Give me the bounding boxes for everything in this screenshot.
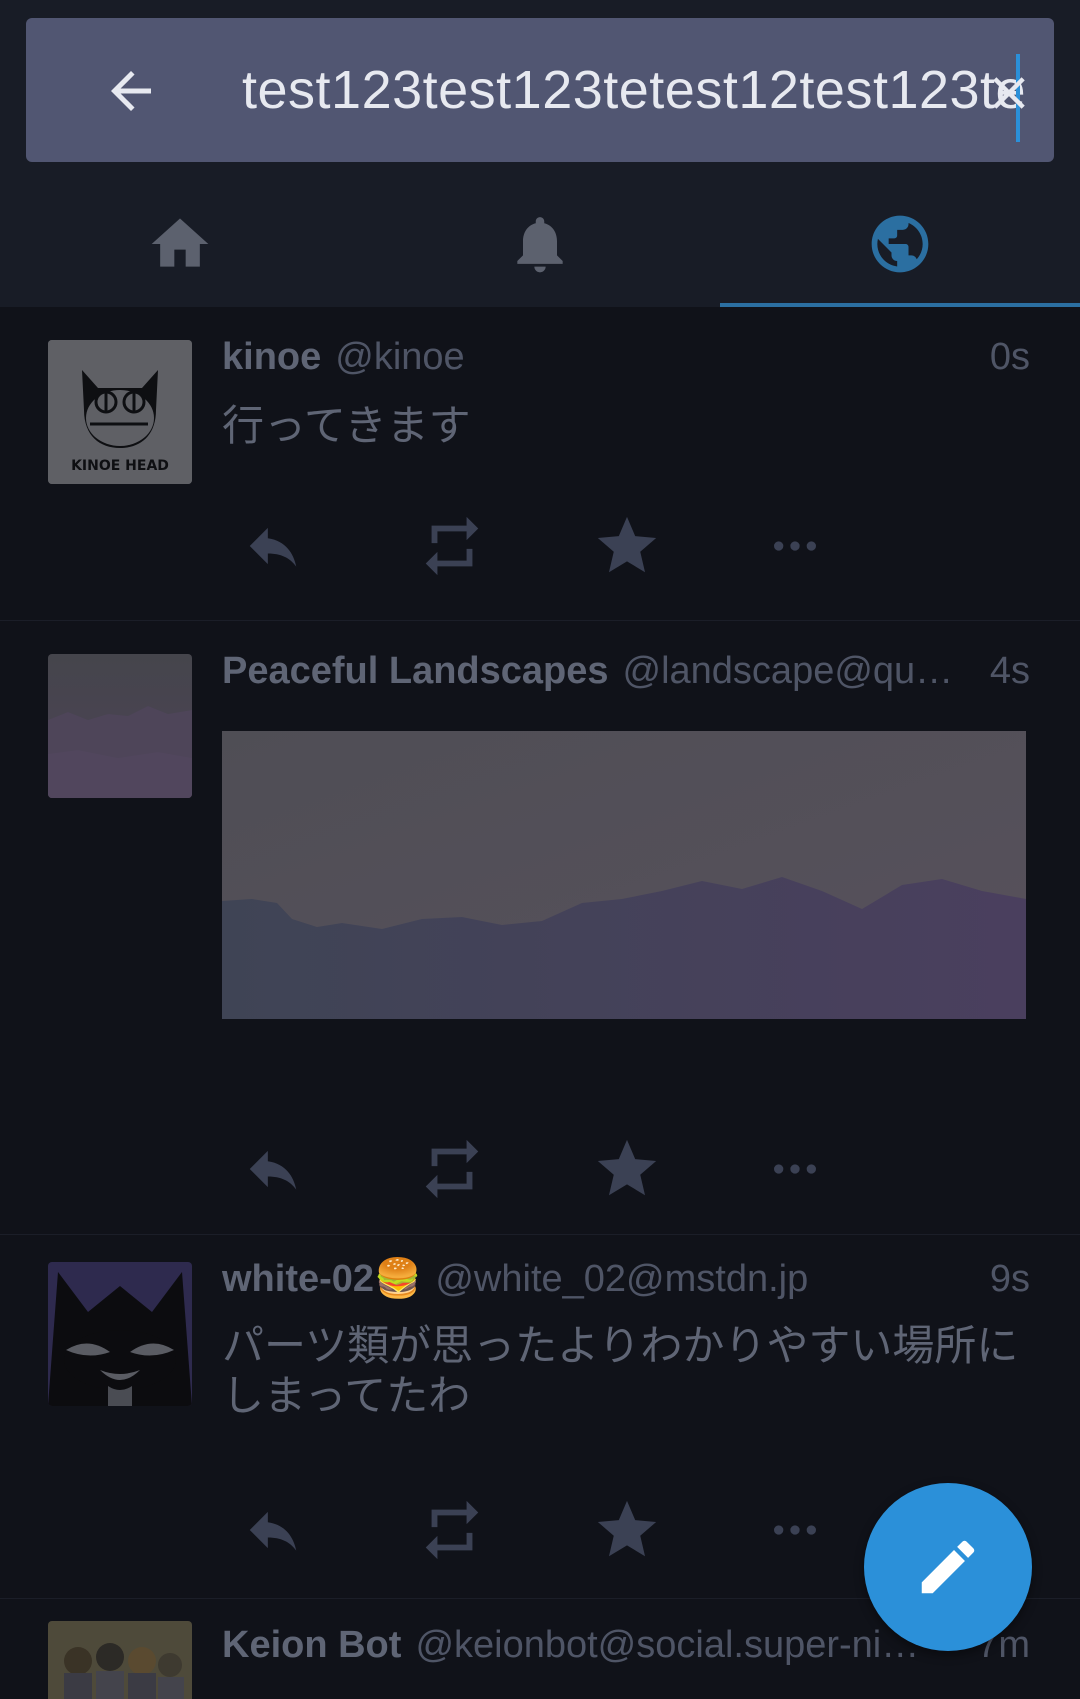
landscape-image bbox=[222, 731, 1026, 1019]
keionbot-avatar-image bbox=[48, 1621, 192, 1699]
avatar[interactable] bbox=[48, 1262, 192, 1406]
boost-icon bbox=[425, 1139, 479, 1199]
avatar[interactable]: KINOE HEAD bbox=[48, 340, 192, 484]
search-input[interactable]: test123test123tetest12test123te bbox=[242, 18, 1054, 162]
timestamp[interactable]: 4s bbox=[990, 650, 1030, 693]
display-name[interactable]: Keion Bot bbox=[222, 1624, 401, 1667]
more-icon bbox=[774, 1525, 816, 1535]
more-icon bbox=[774, 541, 816, 551]
more-icon bbox=[774, 1164, 816, 1174]
status-item[interactable]: Peaceful Landscapes @landscape@qu… 4s bbox=[0, 621, 1080, 1235]
display-name[interactable]: Peaceful Landscapes bbox=[222, 650, 609, 693]
status-header: Peaceful Landscapes @landscape@qu… 4s bbox=[222, 641, 1030, 701]
account-handle[interactable]: @landscape@qu… bbox=[623, 650, 984, 693]
more-button[interactable] bbox=[747, 1129, 922, 1209]
star-icon bbox=[597, 1500, 657, 1557]
landscape-avatar-image bbox=[48, 654, 192, 798]
search-bar: test123test123tetest12test123te bbox=[26, 18, 1054, 162]
account-handle[interactable]: @keionbot@social.super-ni… bbox=[415, 1624, 971, 1667]
boost-button[interactable] bbox=[397, 1129, 572, 1209]
compose-button[interactable] bbox=[864, 1483, 1032, 1651]
display-name[interactable]: white-02🍔 bbox=[222, 1257, 421, 1301]
status-actions bbox=[222, 1129, 922, 1209]
star-icon bbox=[597, 1139, 657, 1196]
display-name[interactable]: kinoe bbox=[222, 336, 321, 379]
avatar[interactable] bbox=[48, 654, 192, 798]
pencil-icon bbox=[921, 1540, 975, 1594]
clear-search-button[interactable] bbox=[976, 60, 1042, 126]
boost-button[interactable] bbox=[397, 506, 572, 586]
svg-text:KINOE HEAD: KINOE HEAD bbox=[71, 458, 169, 474]
tab-federated[interactable] bbox=[720, 180, 1080, 307]
reply-icon bbox=[249, 527, 297, 567]
bell-icon bbox=[517, 216, 563, 272]
white02-avatar-image bbox=[48, 1262, 192, 1406]
reply-button[interactable] bbox=[222, 506, 397, 586]
reply-button[interactable] bbox=[222, 1490, 397, 1570]
status-header: white-02🍔 @white_02@mstdn.jp 9s bbox=[222, 1249, 1030, 1309]
tab-home[interactable] bbox=[0, 180, 360, 307]
kinoe-avatar-image: KINOE HEAD bbox=[48, 340, 192, 484]
favourite-button[interactable] bbox=[572, 506, 747, 586]
timeline-tabs bbox=[0, 180, 1080, 307]
arrow-left-icon bbox=[111, 71, 151, 111]
globe-icon bbox=[871, 215, 929, 272]
reply-icon bbox=[249, 1150, 297, 1190]
avatar[interactable] bbox=[48, 1621, 192, 1699]
favourite-button[interactable] bbox=[572, 1129, 747, 1209]
tab-notifications[interactable] bbox=[360, 180, 720, 307]
back-button[interactable] bbox=[86, 56, 176, 126]
more-button[interactable] bbox=[747, 506, 922, 586]
timestamp[interactable]: 0s bbox=[990, 336, 1030, 379]
status-item[interactable]: KINOE HEAD kinoe @kinoe 0s 行ってきます bbox=[0, 307, 1080, 621]
reply-button[interactable] bbox=[222, 1129, 397, 1209]
boost-icon bbox=[425, 1500, 479, 1560]
favourite-button[interactable] bbox=[572, 1490, 747, 1570]
status-header: kinoe @kinoe 0s bbox=[222, 327, 1030, 387]
media-attachment[interactable] bbox=[222, 731, 1026, 1019]
status-content: 行ってきます bbox=[222, 402, 471, 449]
star-icon bbox=[597, 516, 657, 573]
close-icon bbox=[993, 77, 1025, 109]
top-bar: test123test123tetest12test123te bbox=[0, 0, 1080, 307]
boost-icon bbox=[425, 516, 479, 576]
account-handle[interactable]: @kinoe bbox=[335, 336, 984, 379]
status-actions bbox=[222, 1490, 922, 1570]
home-icon bbox=[151, 218, 209, 267]
status-content: パーツ類が思ったよりわかりやすい場所にしまってたわ bbox=[222, 1322, 1019, 1419]
reply-icon bbox=[249, 1511, 297, 1551]
boost-button[interactable] bbox=[397, 1490, 572, 1570]
account-handle[interactable]: @white_02@mstdn.jp bbox=[435, 1258, 984, 1301]
timestamp[interactable]: 9s bbox=[990, 1258, 1030, 1301]
status-actions bbox=[222, 506, 922, 586]
